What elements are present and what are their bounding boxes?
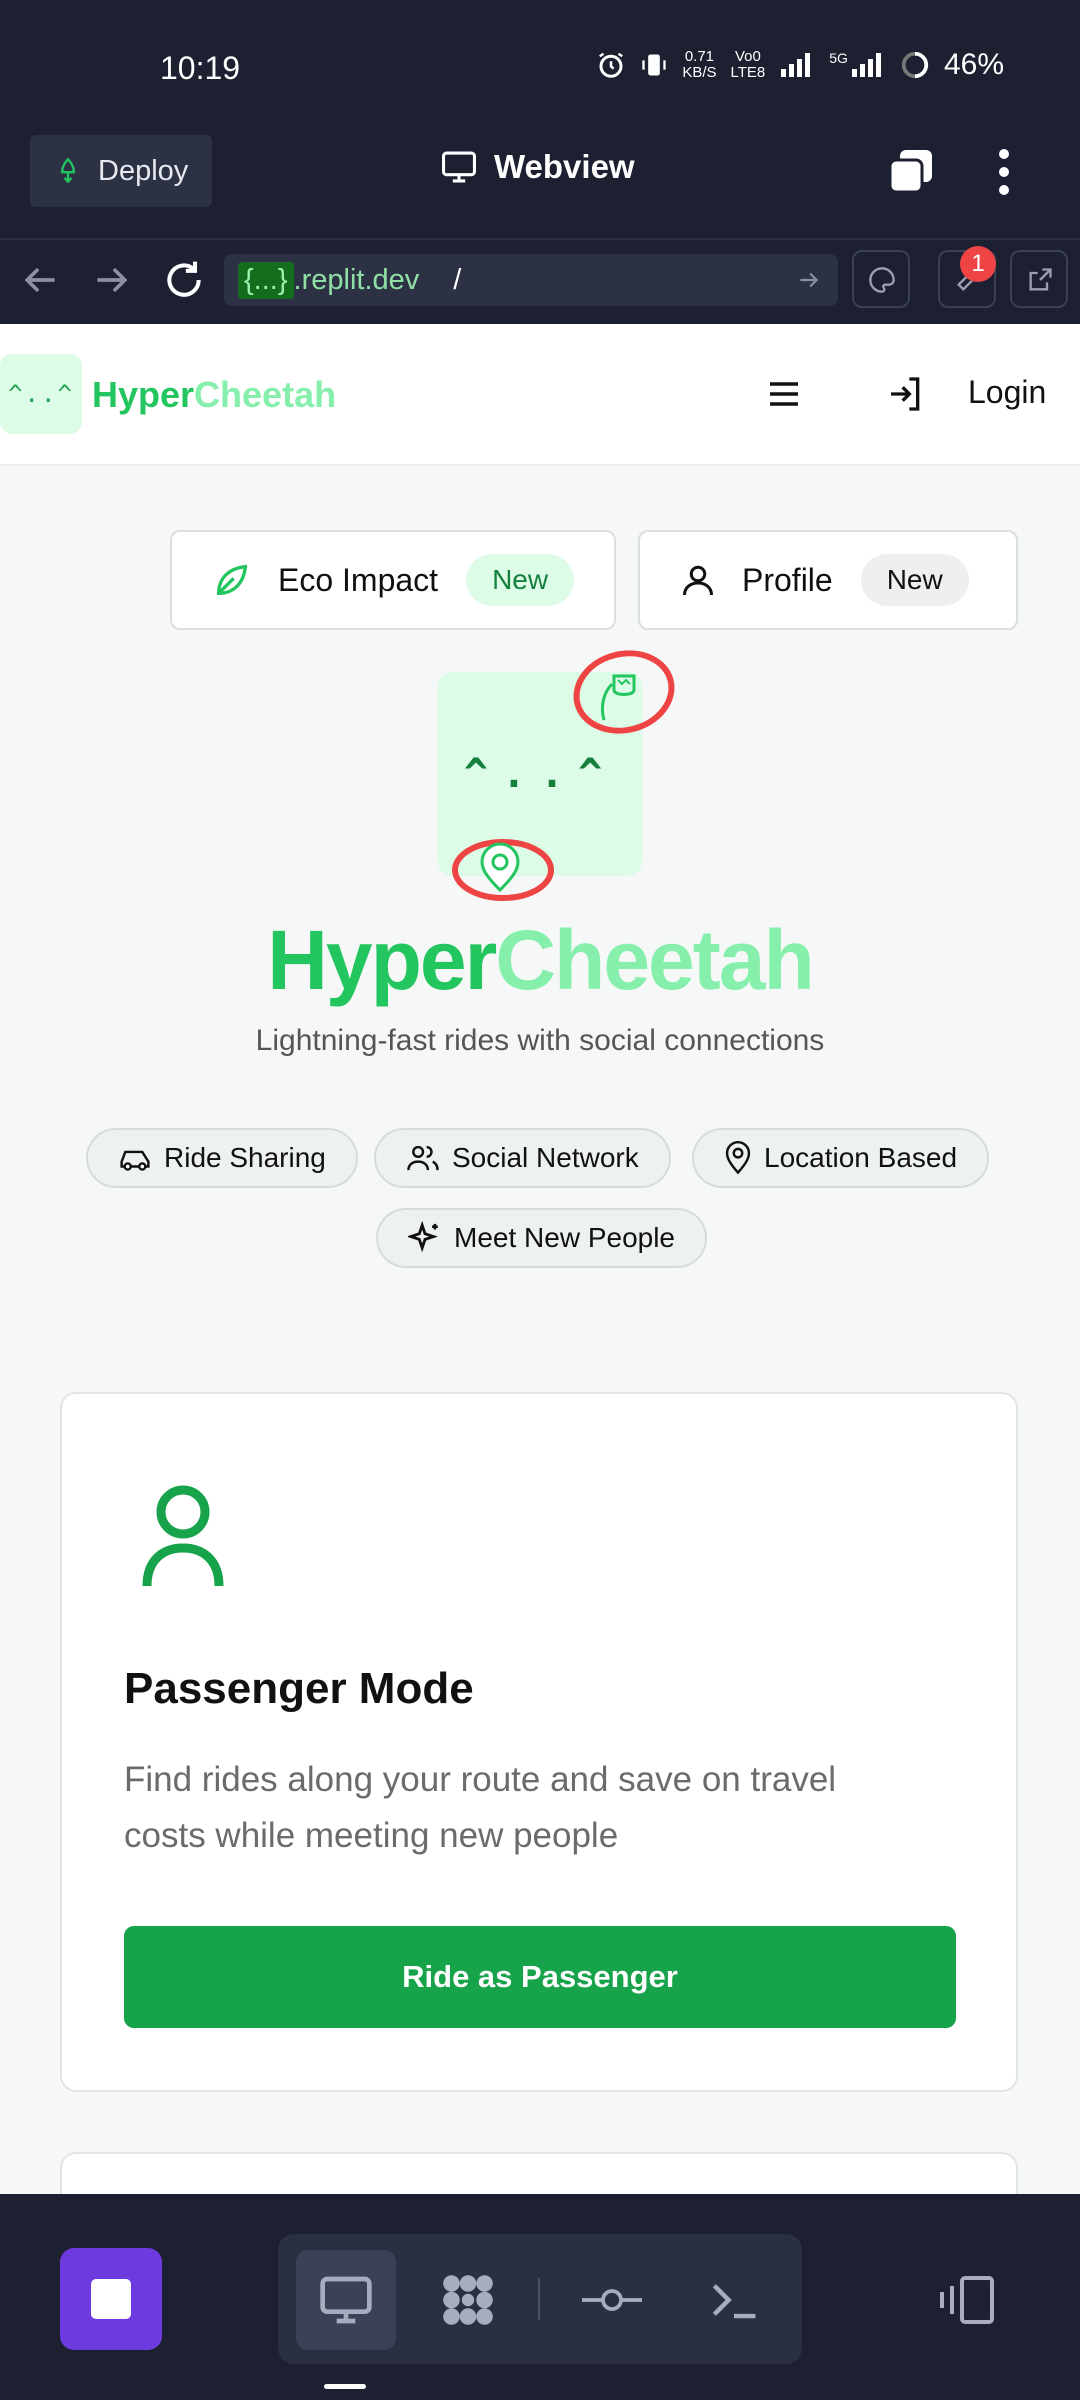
profile-new-badge: New	[860, 554, 969, 606]
chip-label: Meet New People	[454, 1222, 676, 1253]
eco-impact-label: Eco Impact	[278, 561, 439, 598]
net-speed: 0.71 KB/S	[682, 48, 717, 81]
deploy-icon	[60, 157, 76, 184]
chip-label: Social Network	[452, 1142, 639, 1173]
monitor-icon	[442, 151, 476, 183]
url-host: .replit.dev	[293, 263, 420, 296]
palette-icon	[869, 267, 895, 293]
menu-icon[interactable]	[764, 376, 804, 412]
chip-location-based: Location Based	[692, 1128, 990, 1188]
external-link-icon	[1029, 268, 1052, 291]
back-icon[interactable]	[18, 258, 62, 302]
chip-social-network: Social Network	[374, 1128, 671, 1188]
deploy-button[interactable]: Deploy	[30, 135, 212, 207]
url-field[interactable]: {...} .replit.dev /	[224, 254, 838, 306]
url-path: /	[453, 263, 462, 296]
site-logo[interactable]: ^..^	[0, 354, 82, 434]
forward-icon[interactable]	[90, 258, 134, 302]
reload-icon[interactable]	[162, 258, 206, 302]
site-brand[interactable]: HyperCheetah	[92, 374, 336, 416]
login-link[interactable]: Login	[968, 374, 1046, 411]
user-icon	[683, 565, 713, 596]
git-tool-button[interactable]	[562, 2250, 662, 2350]
home-indicator	[324, 2384, 366, 2389]
stop-button[interactable]	[60, 2248, 162, 2350]
terminal-icon	[712, 2284, 756, 2319]
profile-link[interactable]: Profile New	[638, 530, 1018, 630]
open-external-button[interactable]	[1010, 250, 1068, 308]
webview-tab[interactable]: Webview	[440, 148, 635, 186]
chip-meet-new-people: Meet New People	[376, 1208, 708, 1268]
webview-tool-button[interactable]	[296, 2250, 396, 2350]
eco-impact-link[interactable]: Eco Impact New	[170, 530, 616, 630]
bitten-icon	[573, 650, 675, 734]
ride-as-passenger-button[interactable]: Ride as Passenger	[124, 1926, 956, 2028]
chip-label: Ride Sharing	[164, 1142, 326, 1173]
passenger-card-description: Find rides along your route and save on …	[124, 1760, 837, 1855]
theme-button[interactable]	[852, 250, 910, 308]
agent-tool-button[interactable]	[418, 2250, 518, 2350]
status-time: 10:19	[160, 50, 241, 86]
status-icons: 0.71 KB/S Vo0 LTE8 5G 46%	[596, 48, 1004, 82]
car-icon	[120, 1150, 150, 1171]
chip-ride-sharing: Ride Sharing	[86, 1128, 358, 1188]
agent-icon	[443, 2275, 493, 2325]
stop-icon	[91, 2279, 131, 2319]
tool-switcher	[278, 2234, 802, 2364]
panel-switch-icon[interactable]	[936, 2274, 998, 2326]
git-commit-icon	[582, 2289, 642, 2311]
vibrate-icon	[642, 54, 666, 76]
battery-ring-icon	[901, 51, 929, 79]
map-pin-icon	[452, 839, 554, 901]
monitor-icon	[320, 2276, 372, 2324]
login-icon[interactable]	[886, 374, 926, 414]
passenger-card-title: Passenger Mode	[124, 1664, 474, 1713]
hero-tagline: Lightning-fast rides with social connect…	[255, 1024, 825, 1057]
tool-divider	[538, 2278, 540, 2320]
tabs-icon[interactable]	[888, 148, 934, 194]
volte-indicator: Vo0 LTE8	[730, 48, 766, 81]
user-icon	[142, 1485, 224, 1587]
next-mode-card	[60, 2152, 1018, 2194]
signal-icon	[781, 53, 811, 77]
users-icon	[407, 1145, 439, 1171]
battery-percent: 46%	[943, 48, 1004, 81]
sparkles-icon	[408, 1221, 438, 1253]
deploy-label: Deploy	[98, 154, 189, 187]
profile-label: Profile	[742, 561, 833, 598]
signal-icon-2	[851, 53, 881, 77]
notification-badge: 1	[960, 246, 996, 282]
map-pin-icon	[725, 1141, 751, 1175]
more-options-icon[interactable]	[984, 146, 1024, 198]
url-host-highlight: {...}	[238, 261, 294, 299]
go-arrow-icon[interactable]	[796, 267, 822, 293]
leaf-icon	[216, 564, 248, 596]
site-header: ^..^ HyperCheetah Login	[0, 324, 1080, 466]
alarm-icon	[599, 52, 624, 78]
eco-impact-new-badge: New	[466, 554, 575, 606]
status-bar: 10:19 0.71 KB/S Vo0 LTE8 5G 46%	[0, 0, 1080, 130]
webview-label: Webview	[494, 148, 635, 185]
chip-label: Location Based	[764, 1142, 958, 1173]
shell-tool-button[interactable]	[684, 2250, 784, 2350]
network-type: 5G	[829, 50, 848, 66]
hero-title: HyperCheetah	[267, 913, 815, 1007]
